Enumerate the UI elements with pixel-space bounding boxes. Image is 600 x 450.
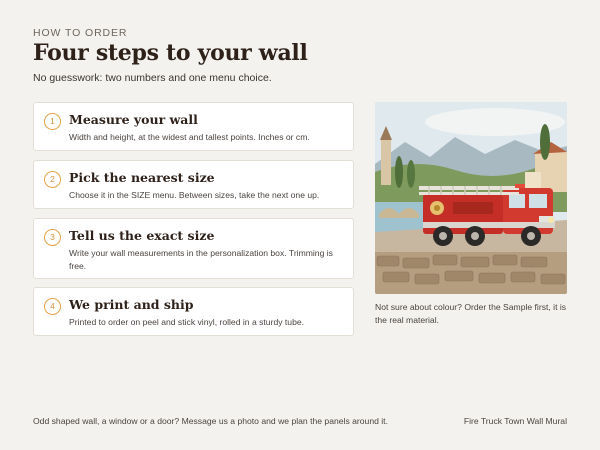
sample-note: Not sure about colour? Order the Sample … (375, 302, 567, 325)
step-title: We print and ship (69, 297, 194, 312)
step-title: Tell us the exact size (69, 228, 215, 243)
eyebrow: HOW TO ORDER (33, 27, 128, 39)
step-number-badge: 3 (44, 229, 61, 246)
footer-product-name: Fire Truck Town Wall Mural (463, 416, 567, 426)
step-card: 3 Tell us the exact size Write your wall… (33, 218, 354, 279)
footer-message: Odd shaped wall, a window or a door? Mes… (33, 416, 388, 426)
product-image (375, 102, 567, 294)
step-card: 1 Measure your wall Width and height, at… (33, 102, 354, 151)
page-subtitle: No guesswork: two numbers and one menu c… (33, 72, 272, 84)
step-number-badge: 1 (44, 113, 61, 130)
step-title: Pick the nearest size (69, 170, 215, 185)
step-number-badge: 2 (44, 171, 61, 188)
step-card: 4 We print and ship Printed to order on … (33, 287, 354, 336)
step-title: Measure your wall (69, 112, 198, 127)
step-description: Choose it in the SIZE menu. Between size… (69, 190, 320, 200)
step-description: Printed to order on peel and stick vinyl… (69, 317, 305, 327)
step-description: Write your wall measurements in the pers… (69, 248, 333, 271)
step-card: 2 Pick the nearest size Choose it in the… (33, 160, 354, 209)
fire-truck-illustration (375, 102, 567, 294)
step-description: Width and height, at the widest and tall… (69, 132, 310, 142)
page-title: Four steps to your wall (33, 40, 308, 66)
step-number-badge: 4 (44, 298, 61, 315)
